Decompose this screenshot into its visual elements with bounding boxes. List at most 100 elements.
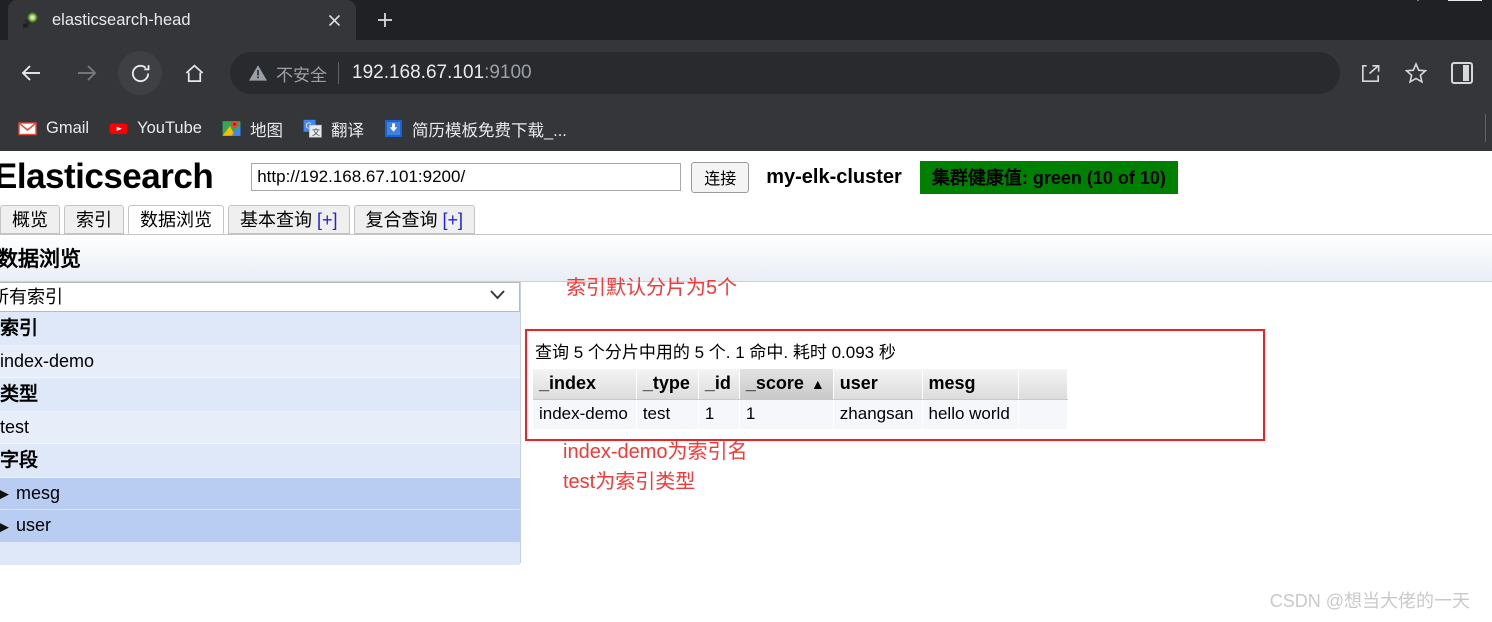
youtube-icon: [109, 119, 128, 138]
tab-label: 复合查询: [365, 210, 443, 230]
page-title: Elasticsearch: [0, 157, 214, 196]
results-summary: 查询 5 个分片中用的 5 个. 1 命中. 耗时 0.093 秒: [535, 343, 896, 362]
arrow-right-icon: [64, 51, 108, 95]
screenshot-root: elasticsearch-head 不安全 192.168.67.101:91…: [0, 0, 1492, 622]
annotation-index-type: test为索引类型: [563, 471, 696, 493]
sidebar-item-label: test: [0, 416, 30, 437]
omnibox-divider: [338, 62, 339, 84]
results-table-head: _index _type _id _score ▲ user mesg: [533, 369, 1068, 400]
browser-tab[interactable]: elasticsearch-head: [8, 0, 356, 40]
bookmarks-bar-divider: [1485, 114, 1486, 142]
tab-label: 数据浏览: [140, 210, 212, 230]
column-header-mesg[interactable]: mesg: [922, 369, 1019, 400]
app-tab-bar: 概览 索引 数据浏览 基本查询 [+] 复合查询 [+]: [0, 203, 1492, 235]
bookmark-youtube[interactable]: YouTube: [99, 113, 212, 145]
cluster-health-badge: 集群健康值: green (10 of 10): [919, 160, 1178, 194]
sidebar-field-user[interactable]: ▶ user: [0, 510, 520, 543]
cluster-url-input[interactable]: [251, 163, 682, 191]
omnibox-url-port: :9100: [484, 62, 532, 83]
tab-overview[interactable]: 概览: [0, 205, 60, 234]
bookmark-label: 地图: [249, 121, 283, 140]
sidebar-item-test[interactable]: test: [0, 411, 520, 445]
new-tab-button[interactable]: [368, 5, 402, 35]
cell-score: 1: [739, 399, 834, 429]
sidebar-group-label: 类型: [0, 384, 39, 406]
cell-index: index-demo: [533, 399, 637, 429]
column-header-user[interactable]: user: [833, 369, 923, 400]
sidebar-field-mesg[interactable]: ▶ mesg: [0, 478, 520, 511]
triangle-right-icon[interactable]: ▶: [0, 487, 9, 500]
tab-label: 基本查询: [240, 210, 318, 230]
side-panel-icon[interactable]: [1442, 53, 1482, 93]
column-header-score[interactable]: _score ▲: [739, 369, 834, 400]
bookmark-label: YouTube: [137, 119, 202, 137]
sidebar-group-type: 类型: [0, 378, 520, 412]
index-select[interactable]: 所有索引: [0, 282, 520, 312]
sidebar-field-label: mesg: [16, 483, 61, 504]
tab-indices[interactable]: 索引: [64, 205, 124, 234]
svg-text:文: 文: [312, 127, 320, 137]
omnibox[interactable]: 不安全 192.168.67.101:9100: [230, 52, 1340, 94]
triangle-right-icon[interactable]: ▶: [0, 520, 9, 533]
sidebar-group-label: 字段: [0, 450, 39, 472]
annotation-index-name: index-demo为索引名: [563, 441, 748, 463]
browser-tab-strip: elasticsearch-head: [0, 0, 1492, 40]
bookmark-gmail[interactable]: Gmail: [8, 113, 99, 145]
bookmark-label: 简历模板免费下载_...: [411, 121, 567, 140]
tab-data-browse[interactable]: 数据浏览: [128, 205, 224, 234]
close-icon[interactable]: [322, 8, 346, 32]
index-select-wrapper: 所有索引: [0, 282, 520, 312]
tab-composite-query[interactable]: 复合查询 [+]: [353, 205, 476, 234]
cell-id: 1: [698, 399, 740, 429]
sidebar-group-label: 索引: [0, 318, 39, 339]
column-header-index[interactable]: _index: [533, 369, 637, 400]
omnibox-url: 192.168.67.101:9100: [352, 62, 532, 84]
magnifier-green-icon: [22, 11, 40, 29]
sidebar-group-fields: 字段: [0, 444, 520, 479]
share-icon[interactable]: [1350, 53, 1390, 93]
table-row[interactable]: index-demo test 1 1 zhangsan hello world: [533, 399, 1068, 429]
watermark: CSDN @想当大佬的一天: [1269, 591, 1470, 611]
sidebar-item-index-demo[interactable]: index-demo: [0, 345, 520, 379]
column-header-spacer: [1018, 369, 1068, 400]
section-title: 数据浏览: [0, 248, 81, 271]
browser-tab-title: elasticsearch-head: [52, 10, 191, 29]
sidebar-field-label: user: [16, 515, 52, 536]
data-browse-sidebar: 所有索引 索引 index-demo 类型 test 字段 ▶ mesg ▶ u…: [0, 282, 521, 565]
cell-type: test: [636, 399, 699, 429]
star-icon[interactable]: [1396, 53, 1436, 93]
column-header-score-label: _score: [745, 373, 804, 393]
cell-mesg: hello world: [922, 399, 1019, 429]
chevron-down-icon[interactable]: [1410, 0, 1426, 4]
tab-expand-label[interactable]: [+]: [443, 210, 464, 230]
annotation-shards: 索引默认分片为5个: [566, 277, 738, 299]
home-icon[interactable]: [172, 51, 216, 95]
arrow-left-icon[interactable]: [10, 51, 54, 95]
bookmark-translate[interactable]: G 文 翻译: [293, 113, 374, 145]
results-table-body: index-demo test 1 1 zhangsan hello world: [533, 399, 1068, 429]
tab-label: 索引: [76, 210, 112, 230]
gmail-icon: [18, 119, 37, 138]
window-minimize-icon[interactable]: [1448, 0, 1482, 1]
warning-triangle-icon: [248, 63, 268, 83]
app-header: Elasticsearch 连接 my-elk-cluster 集群健康值: g…: [0, 151, 1492, 203]
google-translate-icon: G 文: [303, 119, 322, 138]
bookmark-label: Gmail: [46, 119, 90, 137]
results-table: _index _type _id _score ▲ user mesg inde…: [533, 369, 1068, 429]
column-header-type[interactable]: _type: [636, 369, 699, 400]
tab-expand-label[interactable]: [+]: [317, 210, 338, 230]
tab-basic-query[interactable]: 基本查询 [+]: [228, 205, 350, 234]
browser-toolbar: 不安全 192.168.67.101:9100: [0, 40, 1492, 106]
connect-button[interactable]: 连接: [691, 161, 750, 193]
cell-spacer: [1018, 399, 1068, 429]
reload-icon[interactable]: [118, 51, 162, 95]
table-header-row: _index _type _id _score ▲ user mesg: [533, 369, 1068, 400]
bookmark-maps[interactable]: 地图: [212, 113, 293, 145]
bookmark-resume-template[interactable]: 简历模板免费下载_...: [374, 113, 577, 145]
bookmarks-bar: Gmail YouTube 地图 G 文 翻译 简历模板免费下载_...: [0, 106, 1492, 151]
app-body: 所有索引 索引 index-demo 类型 test 字段 ▶ mesg ▶ u…: [0, 277, 1492, 622]
sort-ascending-icon: ▲: [810, 376, 825, 392]
omnibox-url-host: 192.168.67.101: [352, 62, 485, 83]
sidebar-item-label: index-demo: [0, 350, 95, 371]
column-header-id[interactable]: _id: [698, 369, 740, 400]
